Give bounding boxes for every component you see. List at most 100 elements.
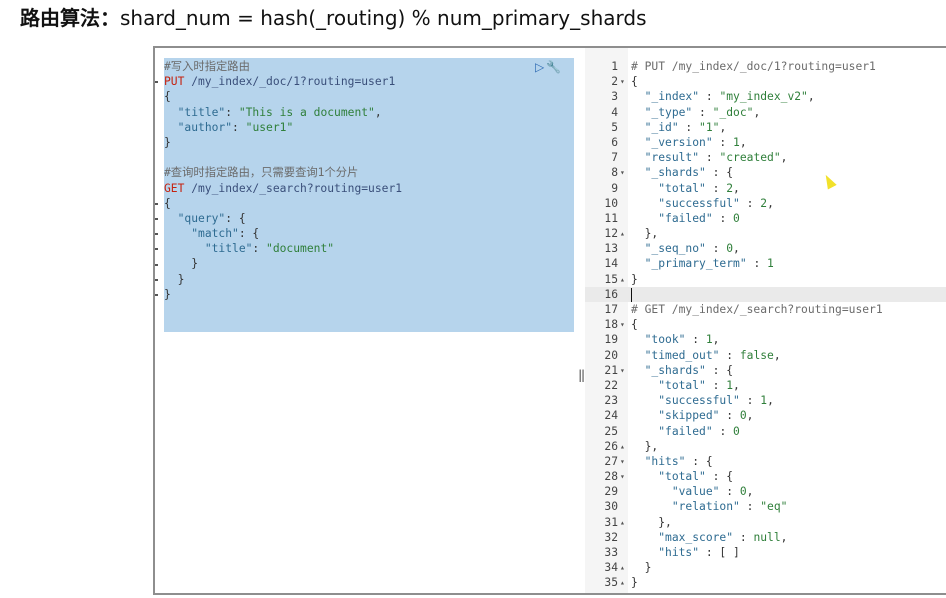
code-token: } bbox=[631, 561, 652, 575]
request-line: "title": "document" bbox=[164, 241, 402, 256]
request-line: } bbox=[164, 287, 402, 302]
code-token: "result" bbox=[644, 151, 700, 165]
response-line: 14 "_primary_term" : 1 bbox=[585, 256, 946, 271]
code-token: "took" bbox=[644, 333, 686, 347]
code-token: : bbox=[705, 242, 727, 256]
fold-toggle-icon[interactable]: ▴ bbox=[620, 226, 628, 241]
request-editor[interactable]: #写入时指定路由 PUT /my_index/_doc/1?routing=use… bbox=[155, 48, 585, 593]
response-code-text: "result" : "created", bbox=[631, 150, 788, 165]
fold-toggle-icon[interactable]: ▾ bbox=[620, 469, 628, 484]
response-code-text: "_type" : "_doc", bbox=[631, 105, 761, 120]
fold-toggle-icon[interactable]: ▴ bbox=[620, 575, 628, 590]
code-token: 1 bbox=[767, 257, 774, 271]
line-number: 1 bbox=[611, 60, 618, 73]
response-line: 12 ▴ }, bbox=[585, 226, 946, 241]
dev-tools-console: #写入时指定路由 PUT /my_index/_doc/1?routing=use… bbox=[153, 46, 946, 595]
response-code-text: "successful" : 2, bbox=[631, 196, 774, 211]
request-line bbox=[164, 150, 402, 165]
request-line: "title": "This is a document", bbox=[164, 105, 402, 120]
response-line: 24 "skipped" : 0, bbox=[585, 408, 946, 423]
response-line: 2 ▾{ bbox=[585, 74, 946, 89]
response-code-text: { bbox=[631, 317, 638, 332]
code-token: "my_index_v2" bbox=[719, 90, 808, 104]
play-icon[interactable]: ▷ bbox=[535, 60, 544, 74]
code-token: } bbox=[164, 257, 199, 271]
line-number: 28 bbox=[604, 470, 618, 484]
request-code[interactable]: #写入时指定路由 PUT /my_index/_doc/1?routing=use… bbox=[164, 59, 402, 302]
fold-toggle-icon[interactable]: ▾ bbox=[620, 74, 628, 89]
response-code-text: "skipped" : 0, bbox=[631, 408, 753, 423]
code-token: 1 bbox=[733, 135, 740, 149]
heading-title: 路由算法： bbox=[20, 6, 120, 30]
code-token: # GET /my_index/_search?routing=user1 bbox=[631, 303, 883, 316]
request-line: } bbox=[164, 272, 402, 287]
code-token: "successful" bbox=[658, 196, 740, 210]
code-token: }, bbox=[631, 515, 672, 529]
fold-toggle-icon[interactable]: ▾ bbox=[620, 165, 628, 180]
line-number: 15 bbox=[604, 272, 618, 286]
response-code-text: "total" : { bbox=[631, 469, 733, 484]
code-token: "match" bbox=[191, 227, 239, 241]
code-token: GET bbox=[164, 181, 185, 195]
response-line: 26 ▴ }, bbox=[585, 439, 946, 454]
response-code-text: "_index" : "my_index_v2", bbox=[631, 89, 815, 104]
response-line: 29 "value" : 0, bbox=[585, 484, 946, 499]
code-token: : bbox=[719, 348, 740, 362]
code-token: "_primary_term" bbox=[644, 257, 747, 271]
code-token: : bbox=[699, 90, 720, 104]
fold-toggle-icon[interactable]: ▴ bbox=[620, 515, 628, 530]
code-token: "total" bbox=[658, 378, 706, 392]
request-line: { bbox=[164, 89, 402, 104]
code-token: "total" bbox=[658, 470, 706, 484]
code-token: , bbox=[780, 151, 788, 165]
request-line: "match": { bbox=[164, 226, 402, 241]
code-token: : bbox=[685, 333, 706, 347]
response-line: 27 ▾ "hits" : { bbox=[585, 454, 946, 469]
line-number: 33 bbox=[604, 546, 618, 559]
code-token: : bbox=[705, 181, 727, 195]
code-token: 0 bbox=[733, 424, 740, 438]
line-number: 16 bbox=[604, 287, 618, 301]
code-token: 1 bbox=[705, 333, 713, 347]
line-number: 4 bbox=[611, 105, 618, 119]
gutter-marker bbox=[155, 278, 158, 281]
code-token: : bbox=[719, 485, 740, 499]
response-code-text: # PUT /my_index/_doc/1?routing=user1 bbox=[631, 59, 876, 74]
line-number: 35 bbox=[604, 576, 618, 590]
code-token: "value" bbox=[671, 485, 720, 499]
response-line: 6 "_version" : 1, bbox=[585, 135, 946, 150]
code-token: "_version" bbox=[644, 135, 713, 149]
line-number: 24 bbox=[604, 409, 618, 423]
response-viewer[interactable]: 1 # PUT /my_index/_doc/1?routing=user1 2 ▾{… bbox=[585, 48, 946, 593]
wrench-icon[interactable]: 🔧 bbox=[546, 60, 561, 74]
code-token: } bbox=[164, 287, 171, 301]
code-token: 0 bbox=[739, 485, 747, 499]
code-token: "max_score" bbox=[658, 530, 734, 544]
response-line: 33 "hits" : [ ] bbox=[585, 545, 946, 560]
response-line: 10 "successful" : 2, bbox=[585, 196, 946, 211]
fold-toggle-icon[interactable]: ▴ bbox=[620, 272, 628, 287]
fold-toggle-icon[interactable]: ▾ bbox=[620, 454, 628, 469]
response-code-text: }, bbox=[631, 515, 672, 530]
response-line: 32 "max_score" : null, bbox=[585, 530, 946, 545]
code-token: "total" bbox=[658, 181, 706, 195]
code-token: , bbox=[733, 181, 740, 195]
fold-toggle-icon[interactable]: ▴ bbox=[620, 439, 628, 454]
fold-toggle-icon[interactable]: ▴ bbox=[620, 560, 628, 575]
fold-toggle-icon[interactable]: ▾ bbox=[620, 317, 628, 332]
fold-toggle-icon[interactable]: ▾ bbox=[620, 363, 628, 378]
response-code-text: "_seq_no" : 0, bbox=[631, 241, 740, 256]
code-token: "failed" bbox=[658, 424, 713, 438]
response-code-text: "total" : 2, bbox=[631, 181, 740, 196]
line-number: 20 bbox=[604, 348, 618, 362]
response-code-text: "relation" : "eq" bbox=[631, 499, 788, 514]
code-token: "successful" bbox=[658, 394, 740, 408]
line-number: 21 bbox=[604, 363, 618, 377]
code-token: "_shards" bbox=[644, 166, 706, 180]
